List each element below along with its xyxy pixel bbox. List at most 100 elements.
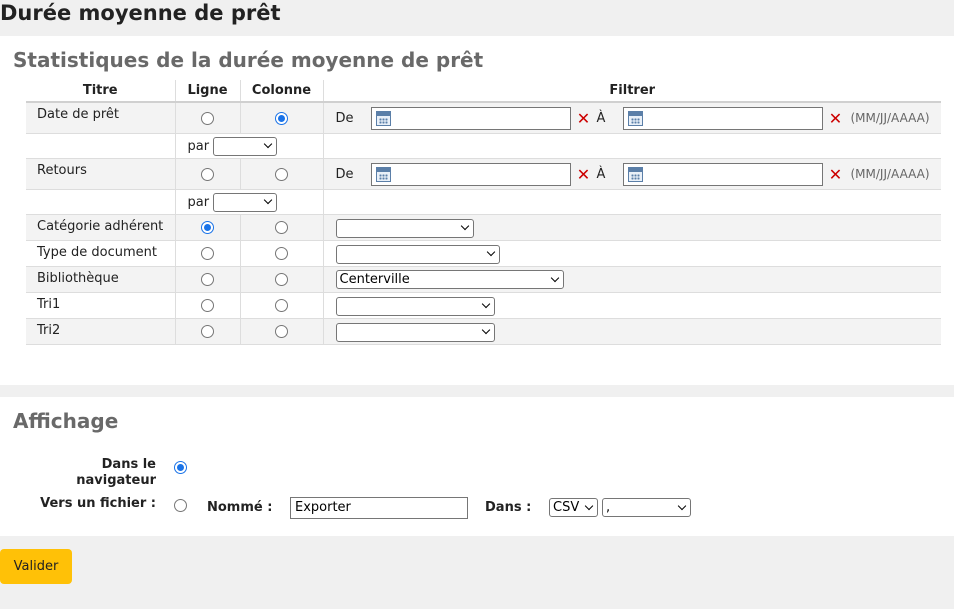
line-radio-itemtype[interactable] (201, 247, 214, 260)
display-panel: Affichage Dans le navigateur Vers un fic… (0, 397, 954, 536)
par-label: par (187, 138, 210, 154)
empty-cell (26, 133, 175, 159)
filter-issuedate: De ✕ À ✕ (MM/JJ/AAAA) (322, 102, 941, 134)
category-select[interactable] (335, 218, 474, 238)
clear-icon[interactable]: ✕ (571, 109, 597, 128)
row-label-sort1: Tri1 (26, 292, 175, 319)
column-radio-returndate-cell (239, 158, 323, 190)
library-select[interactable]: Centerville (335, 270, 564, 289)
row-label-issuedate: Date de prêt (26, 102, 175, 134)
browser-label: Dans le navigateur (76, 457, 156, 488)
empty-cell (322, 189, 941, 215)
separator-select[interactable]: , (602, 498, 691, 517)
filter-returndate: De ✕ À ✕ (MM/JJ/AAAA) (322, 158, 941, 190)
line-radio-returndate[interactable] (201, 167, 214, 181)
format-select-value: CSV (553, 500, 580, 515)
chevron-down-icon (584, 501, 594, 510)
row-label-item-type: Type de document (26, 240, 175, 267)
date-format-hint: (MM/JJ/AAAA) (850, 111, 930, 125)
calendar-icon[interactable] (375, 110, 391, 126)
chevron-down-icon (481, 326, 490, 335)
line-radio-category-cell (174, 214, 240, 241)
display-heading: Affichage (13, 409, 119, 433)
line-radio-sort1[interactable] (201, 299, 214, 312)
line-radio-sort2-cell (174, 318, 240, 345)
par-label: par (187, 194, 210, 210)
line-radio-returndate-cell (174, 158, 240, 190)
line-radio-issuedate[interactable] (201, 111, 214, 125)
column-radio-issuedate[interactable] (275, 111, 288, 125)
library-select-value: Centerville (339, 272, 410, 287)
returndate-period-select[interactable] (213, 192, 278, 212)
clear-icon[interactable]: ✕ (823, 109, 849, 128)
column-radio-category-cell (239, 214, 323, 241)
filter-library: Centerville (322, 266, 941, 293)
output-file-radio[interactable] (174, 499, 187, 512)
header-column: Colonne (239, 80, 323, 103)
calendar-icon[interactable] (627, 166, 643, 182)
line-radio-itemtype-cell (174, 240, 240, 267)
chevron-down-icon (460, 222, 469, 231)
returndate-from-input[interactable] (370, 162, 571, 186)
clear-icon[interactable]: ✕ (823, 165, 849, 184)
header-filter: Filtrer (322, 80, 941, 103)
filter-category (322, 214, 941, 241)
chevron-down-icon (677, 501, 687, 510)
column-radio-issuedate-cell (239, 102, 323, 134)
calendar-icon[interactable] (627, 110, 643, 126)
issuedate-to-input[interactable] (622, 106, 823, 130)
from-label: De (335, 110, 354, 126)
format-select[interactable]: CSV (549, 498, 598, 517)
to-label: À (596, 110, 606, 126)
line-radio-category[interactable] (201, 221, 214, 234)
column-radio-sort2[interactable] (275, 325, 288, 338)
column-radio-library-cell (239, 266, 323, 293)
chevron-down-icon (550, 273, 559, 282)
issuedate-from-input[interactable] (370, 106, 571, 130)
clear-icon[interactable]: ✕ (571, 165, 597, 184)
statistics-heading: Statistiques de la durée moyenne de prêt (13, 48, 484, 72)
statistics-table: Titre Ligne Colonne Filtrer Date de prêt… (26, 80, 941, 345)
output-browser-radio[interactable] (174, 461, 187, 474)
chevron-down-icon (263, 195, 273, 205)
column-radio-itemtype[interactable] (275, 247, 288, 260)
itemtype-select[interactable] (335, 244, 500, 264)
row-label-returndate: Retours (26, 158, 175, 190)
returndate-to-input[interactable] (622, 162, 823, 186)
column-radio-sort1[interactable] (275, 299, 288, 312)
header-line: Ligne (174, 80, 240, 103)
filter-sort1 (322, 292, 941, 319)
column-radio-category[interactable] (275, 221, 288, 234)
submit-button[interactable]: Valider (0, 549, 72, 584)
par-cell: par (174, 133, 323, 159)
empty-cell (26, 189, 175, 215)
filename-input[interactable]: Exporter (290, 497, 468, 519)
statistics-panel: Statistiques de la durée moyenne de prêt… (0, 36, 954, 385)
header-title: Titre (26, 80, 175, 103)
line-radio-library[interactable] (201, 273, 214, 286)
line-radio-sort1-cell (174, 292, 240, 319)
page-title: Durée moyenne de prêt (0, 1, 281, 25)
column-radio-library[interactable] (275, 273, 288, 286)
issuedate-period-select[interactable] (213, 136, 278, 156)
separator-select-value: , (606, 500, 611, 515)
column-radio-returndate[interactable] (275, 167, 288, 181)
from-label: De (335, 166, 354, 182)
empty-cell (322, 133, 941, 159)
sort1-select[interactable] (335, 296, 495, 316)
row-label-borrower-category: Catégorie adhérent (26, 214, 175, 241)
calendar-icon[interactable] (375, 166, 391, 182)
chevron-down-icon (486, 248, 495, 257)
chevron-down-icon (481, 300, 490, 309)
par-cell: par (174, 189, 323, 215)
row-label-library: Bibliothèque (26, 266, 175, 293)
row-label-sort2: Tri2 (26, 318, 175, 345)
filter-itemtype (322, 240, 941, 267)
named-label: Nommé : (207, 500, 273, 515)
file-label: Vers un fichier : (40, 496, 156, 511)
line-radio-library-cell (174, 266, 240, 293)
column-radio-sort1-cell (239, 292, 323, 319)
sort2-select[interactable] (335, 322, 495, 342)
column-radio-itemtype-cell (239, 240, 323, 267)
line-radio-sort2[interactable] (201, 325, 214, 338)
